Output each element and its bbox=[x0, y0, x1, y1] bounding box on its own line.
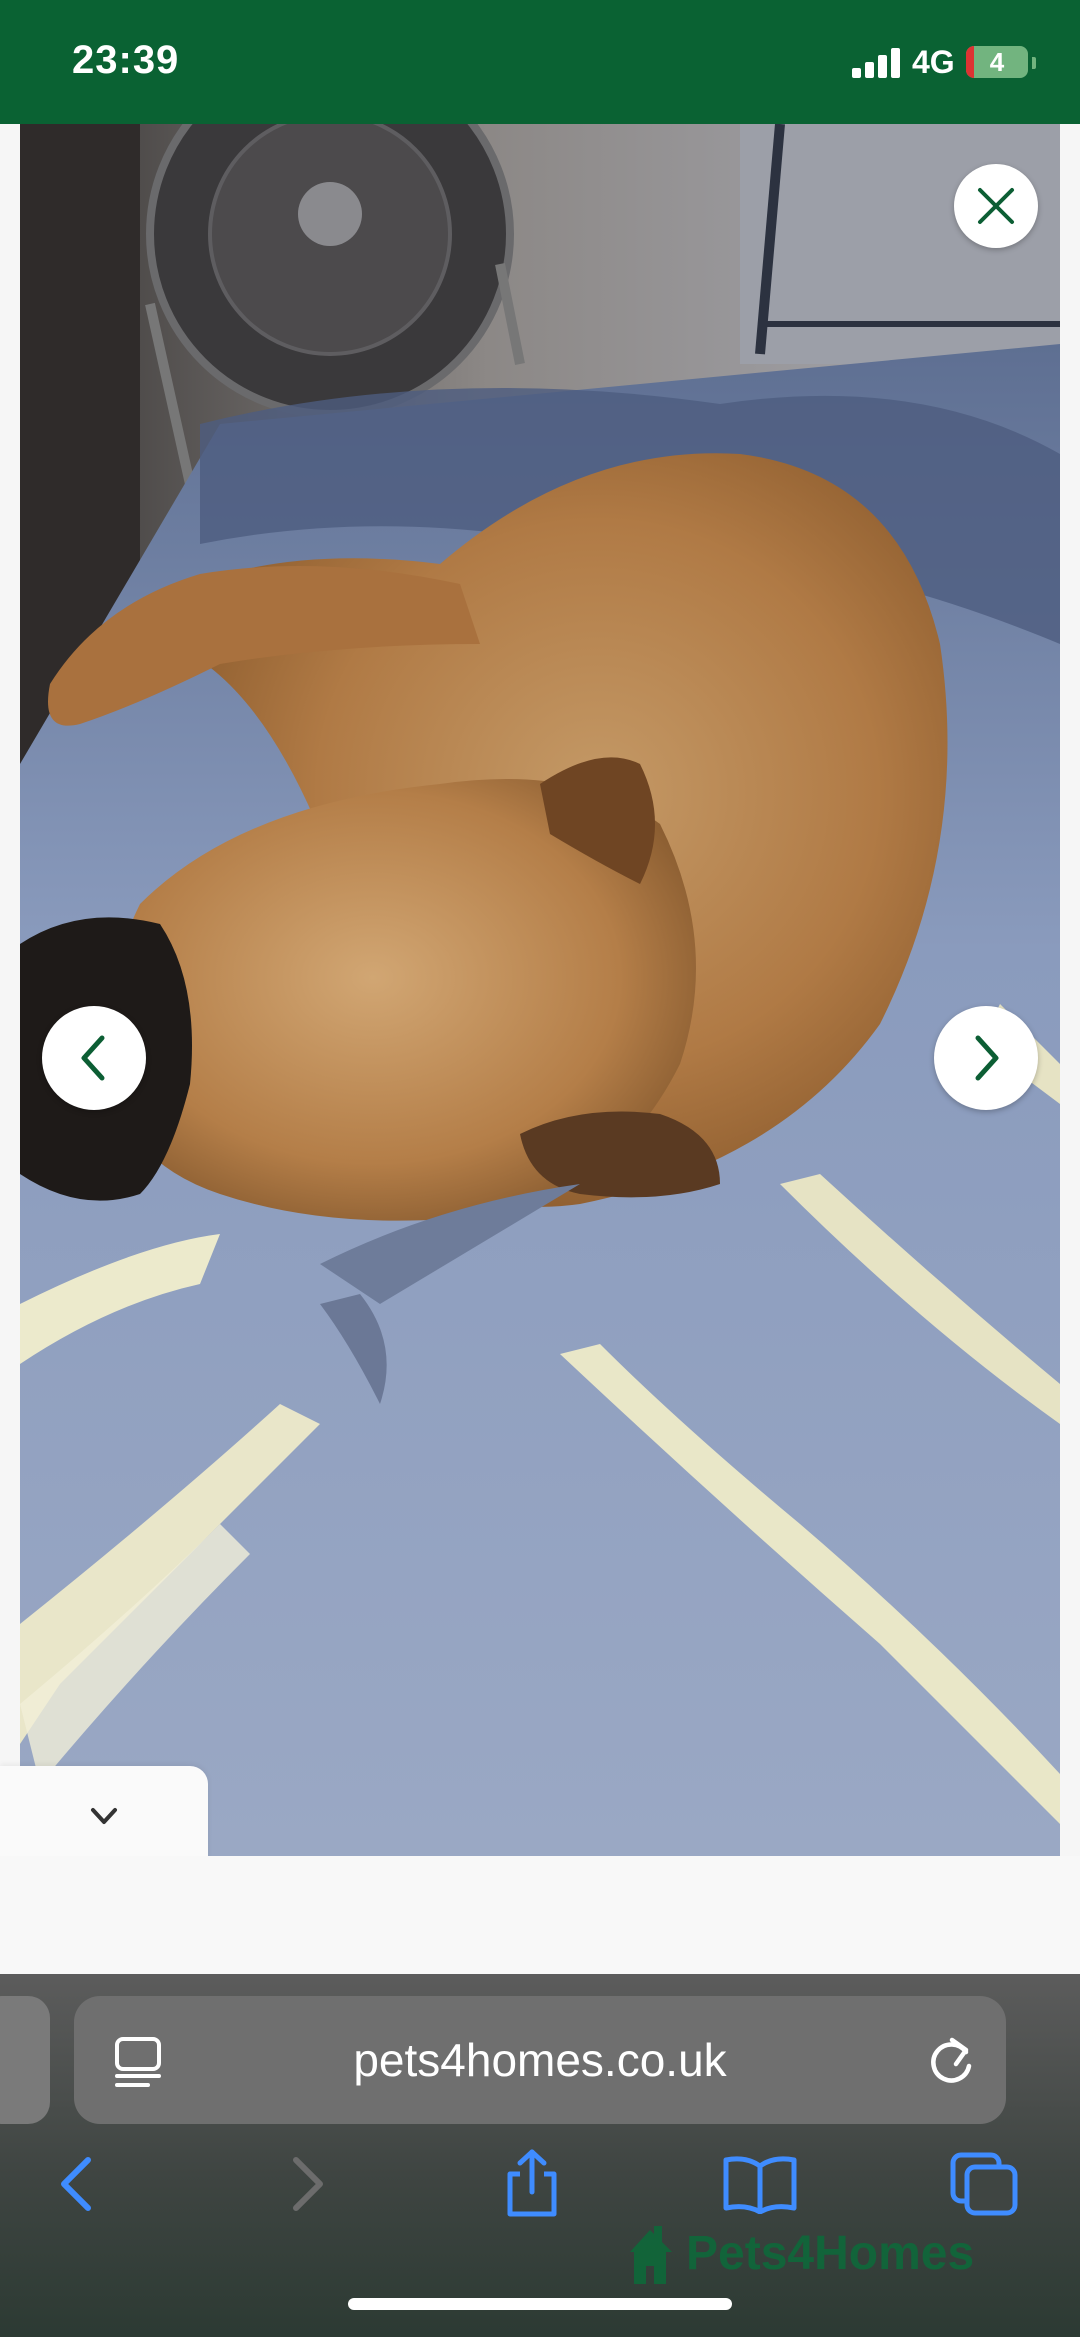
back-icon bbox=[61, 2157, 91, 2211]
reload-icon[interactable] bbox=[926, 2034, 976, 2088]
bookmarks-icon bbox=[723, 2156, 797, 2214]
close-icon bbox=[978, 188, 1014, 224]
pet-photo bbox=[20, 124, 1060, 1856]
forward-button[interactable] bbox=[268, 2144, 348, 2224]
status-time: 23:39 bbox=[72, 38, 180, 82]
page-background-strip bbox=[0, 1856, 1080, 1976]
pets4homes-logo-icon bbox=[630, 2226, 672, 2284]
battery-tip bbox=[1032, 57, 1036, 69]
chevron-left-icon bbox=[81, 1035, 105, 1081]
tabs-button[interactable] bbox=[944, 2144, 1024, 2224]
chevron-down-icon bbox=[91, 1808, 117, 1824]
brand-watermark: Pets4Homes bbox=[686, 2227, 975, 2280]
browser-toolbar: pets4homes.co.uk bbox=[0, 1974, 1080, 2337]
forward-icon bbox=[293, 2157, 323, 2211]
status-bar: 23:39 4G 4 bbox=[0, 0, 1080, 124]
home-indicator[interactable] bbox=[348, 2298, 732, 2310]
battery-indicator: 4 bbox=[966, 46, 1028, 78]
url-text: pets4homes.co.uk bbox=[353, 2034, 727, 2086]
collapse-panel-tab[interactable] bbox=[0, 1766, 208, 1866]
cellular-signal-icon bbox=[852, 48, 900, 78]
back-button[interactable] bbox=[36, 2144, 116, 2224]
battery-low-marker bbox=[966, 46, 974, 78]
bookmarks-button[interactable] bbox=[720, 2144, 800, 2224]
share-icon bbox=[507, 2149, 557, 2217]
close-gallery-button[interactable] bbox=[954, 164, 1038, 248]
tabs-icon bbox=[950, 2152, 1018, 2216]
share-button[interactable] bbox=[492, 2144, 572, 2224]
previous-photo-button[interactable] bbox=[42, 1006, 146, 1110]
address-bar[interactable]: pets4homes.co.uk bbox=[74, 1996, 1006, 2124]
previous-tab-preview[interactable] bbox=[0, 1996, 50, 2124]
network-type: 4G bbox=[912, 44, 955, 80]
chevron-right-icon bbox=[975, 1035, 999, 1081]
next-photo-button[interactable] bbox=[934, 1006, 1038, 1110]
